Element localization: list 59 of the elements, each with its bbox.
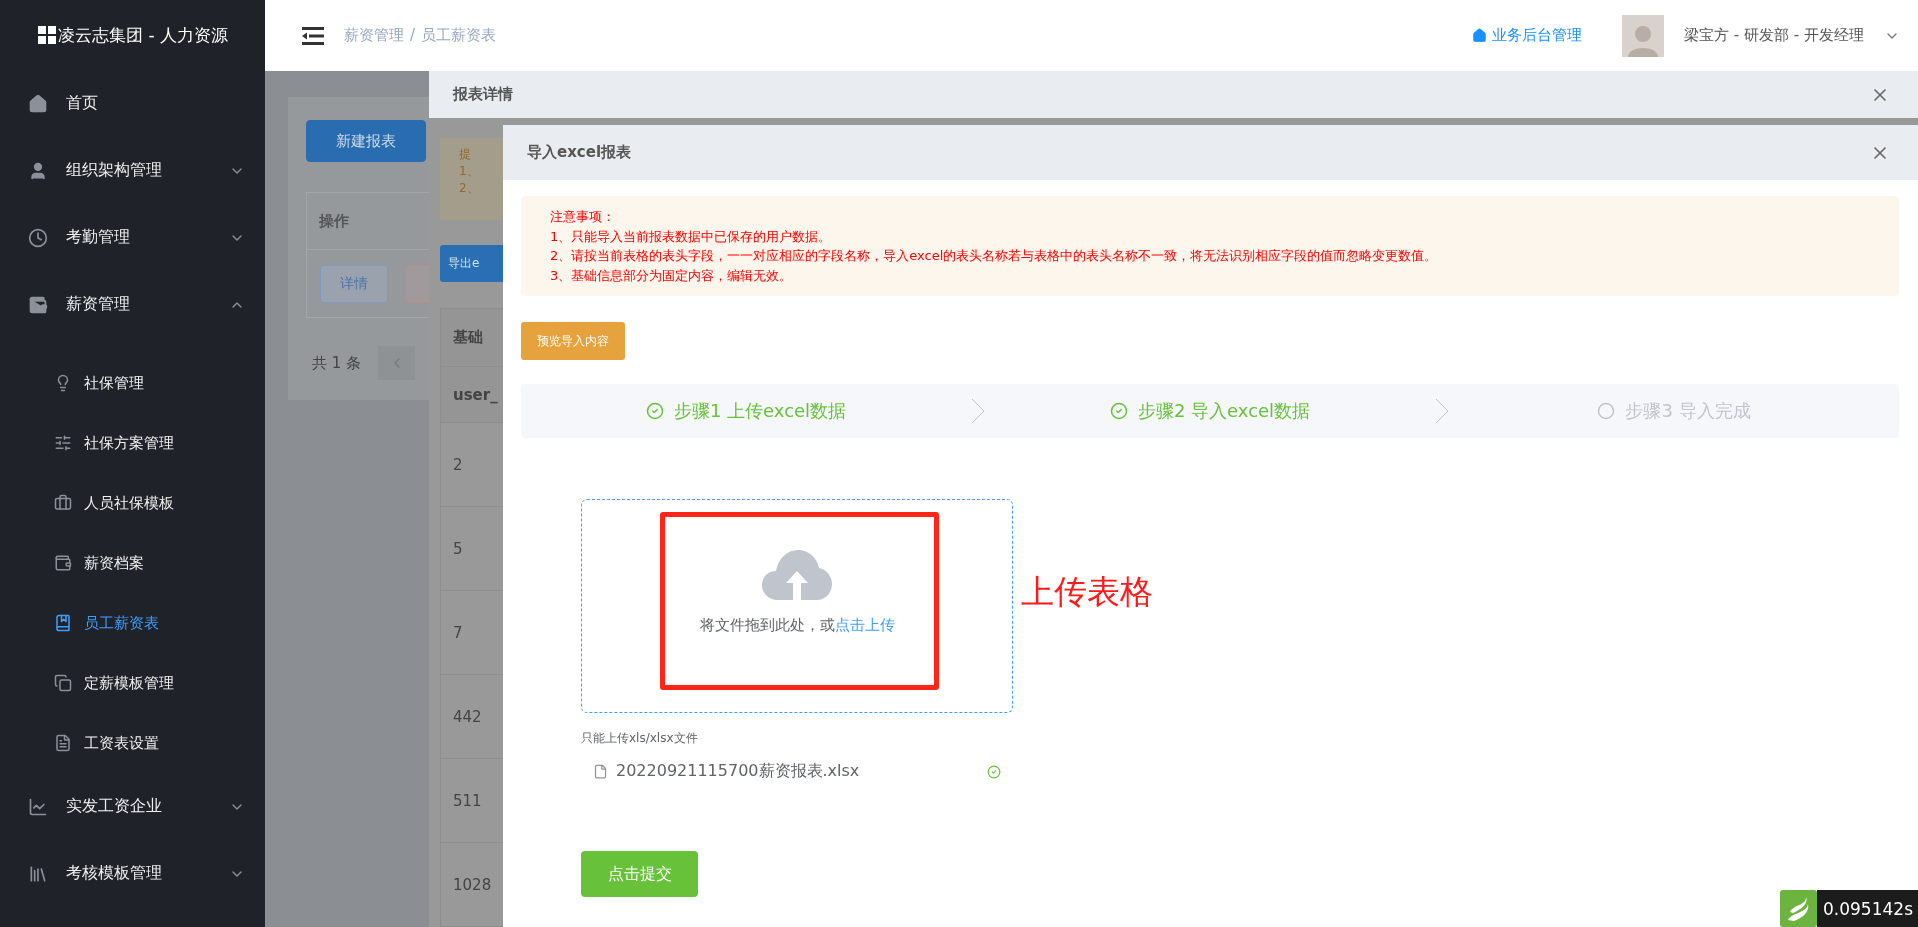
home-icon — [1472, 28, 1488, 43]
document-icon — [54, 734, 72, 752]
wallet-icon — [54, 554, 72, 572]
check-circle-icon — [645, 402, 664, 420]
chevron-separator-icon — [1435, 398, 1449, 424]
check-circle-icon — [1109, 402, 1128, 420]
drawer-title: 导入excel报表 — [527, 143, 632, 162]
cloud-upload-icon — [762, 550, 832, 602]
briefcase-icon — [54, 494, 72, 512]
upload-prompt: 将文件拖到此处，或点击上传 — [699, 616, 895, 635]
new-report-button[interactable]: 新建报表 — [306, 120, 426, 162]
table-header: 基础 — [441, 309, 503, 367]
reminder-line: 1、 — [459, 163, 480, 180]
sliders-icon — [54, 434, 72, 452]
reminder-title: 提 — [459, 146, 472, 163]
chart-icon — [28, 796, 48, 817]
notice-line: 3、基础信息部分为固定内容，编辑无效。 — [550, 266, 794, 285]
app-logo-text: 凌云志集团 - 人力资源 — [58, 23, 228, 47]
pagination-total: 共 1 条 — [312, 353, 362, 373]
sidebar-subitem[interactable]: 工资表设置 — [0, 713, 265, 773]
user-name[interactable]: 梁宝方 - 研发部 - 开发经理 — [1684, 26, 1864, 45]
sidebar-item[interactable]: 实发工资企业 — [0, 773, 265, 840]
sidebar-item[interactable]: 组织架构管理 — [0, 137, 265, 204]
notice-title: 注意事项： — [550, 208, 616, 226]
step-label: 步骤1 上传excel数据 — [673, 399, 847, 423]
user-icon — [28, 160, 48, 181]
sidebar-item[interactable]: 首页 — [0, 70, 265, 137]
breadcrumb-separator: / — [410, 26, 416, 45]
sidebar-subitem[interactable]: 社保方案管理 — [0, 413, 265, 473]
sidebar-subitem[interactable]: 人员社保模板 — [0, 473, 265, 533]
upload-dropzone[interactable]: 将文件拖到此处，或点击上传 — [581, 499, 1013, 713]
step-label: 步骤2 导入excel数据 — [1137, 399, 1311, 423]
sidebar-subitem[interactable]: 员工薪资表 — [0, 593, 265, 653]
chevron-separator-icon — [971, 398, 985, 424]
clock-icon — [28, 227, 48, 248]
annotation-text: 上传表格 — [1021, 571, 1153, 613]
grid-logo-icon — [38, 26, 56, 44]
upload-tip: 只能上传xls/xlsx文件 — [581, 730, 698, 747]
circle-icon — [1597, 402, 1616, 420]
avatar-placeholder — [1622, 14, 1665, 57]
breadcrumb-item: 员工薪资表 — [421, 26, 497, 45]
export-button[interactable]: 导出e — [440, 245, 503, 282]
wallet-icon — [28, 294, 48, 315]
book-icon — [54, 614, 72, 632]
drawer-title: 报表详情 — [453, 85, 513, 104]
sidebar-subitem[interactable]: 薪资档案 — [0, 533, 265, 593]
file-name[interactable]: 20220921115700薪资报表.xlsx — [616, 761, 979, 782]
sidebar-item[interactable]: 考核模板管理 — [0, 840, 265, 907]
sidebar-item[interactable]: 考勤管理 — [0, 204, 265, 271]
notice-line: 2、请按当前表格的表头字段，一一对应相应的字段名称，导入excel的表头名称若与表格中的表头名称不一致，将无法识别相应字段的值而忽略变更数值。 — [550, 247, 1439, 265]
home-icon — [28, 93, 48, 114]
sidebar-subitem[interactable]: 社保管理 — [0, 353, 265, 413]
sidebar-item[interactable]: 薪资管理 — [0, 271, 265, 338]
document-icon — [593, 764, 608, 779]
sidebar-subitem[interactable]: 定薪模板管理 — [0, 653, 265, 713]
copy-icon — [54, 674, 72, 692]
menu-icon[interactable] — [302, 26, 324, 45]
table-header: user_ — [441, 367, 503, 423]
response-time: 0.095142s — [1817, 890, 1918, 927]
